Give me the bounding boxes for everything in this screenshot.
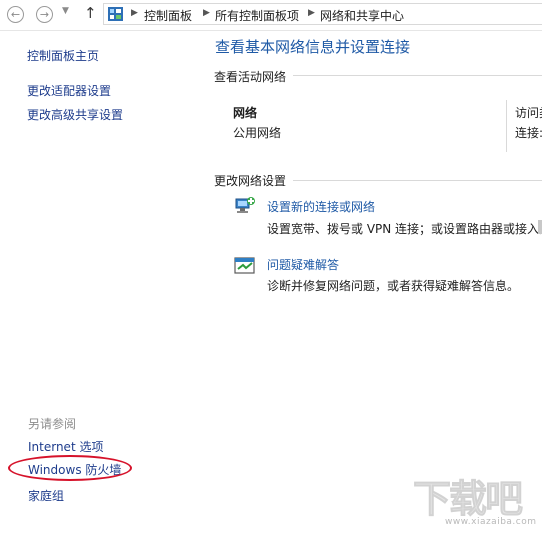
back-button[interactable]: ←: [7, 6, 24, 23]
watermark-url: www.xiazaiba.com: [445, 517, 537, 527]
navigation-bar: ← → ▼ ↑ ▶ 控制面板 ▶ 所有控制面板项 ▶ 网络和共享中心: [0, 0, 542, 31]
change-network-settings-heading: 更改网络设置: [214, 174, 287, 188]
forward-button[interactable]: →: [36, 6, 53, 23]
breadcrumb-control-panel[interactable]: 控制面板: [144, 7, 192, 24]
troubleshoot-description: 诊断并修复网络问题，或者获得疑难解答信息。: [267, 279, 520, 293]
scrollbar[interactable]: [538, 220, 542, 234]
breadcrumb-separator-icon[interactable]: ▶: [131, 8, 138, 18]
section-divider: [293, 180, 542, 181]
setup-new-connection-link[interactable]: 设置新的连接或网络: [267, 198, 375, 215]
sidebar-item-homegroup[interactable]: 家庭组: [28, 487, 64, 504]
page-title: 查看基本网络信息并设置连接: [215, 38, 411, 56]
sidebar-item-internet-options[interactable]: Internet 选项: [28, 438, 103, 455]
active-networks-heading: 查看活动网络: [214, 70, 287, 84]
network-category-link[interactable]: 公用网络: [233, 124, 281, 141]
up-button[interactable]: ↑: [84, 4, 97, 22]
breadcrumb-separator-icon[interactable]: ▶: [203, 8, 210, 18]
access-type-label: 访问类: [515, 106, 542, 120]
sidebar-item-advanced-sharing-settings[interactable]: 更改高级共享设置: [27, 106, 123, 123]
breadcrumb-all-items[interactable]: 所有控制面板项: [215, 7, 299, 24]
troubleshoot-link[interactable]: 问题疑难解答: [267, 256, 339, 273]
svg-text:下载吧: 下载吧: [413, 477, 523, 521]
breadcrumb-network-center[interactable]: 网络和共享中心: [320, 7, 404, 24]
network-setup-icon: [235, 197, 255, 213]
highlight-circle: [8, 455, 132, 481]
control-panel-icon: [108, 7, 123, 21]
recent-locations-dropdown[interactable]: ▼: [62, 6, 69, 16]
network-name: 网络: [233, 106, 258, 120]
breadcrumb-separator-icon[interactable]: ▶: [308, 8, 315, 18]
sidebar-item-change-adapter-settings[interactable]: 更改适配器设置: [27, 82, 111, 99]
sidebar-item-control-panel-home[interactable]: 控制面板主页: [27, 47, 99, 64]
address-bar[interactable]: ▶ 控制面板 ▶ 所有控制面板项 ▶ 网络和共享中心: [103, 3, 542, 25]
connections-label: 连接:: [515, 126, 542, 140]
see-also-heading: 另请参阅: [28, 417, 77, 431]
network-info-divider: [506, 100, 507, 152]
setup-new-connection-description: 设置宽带、拨号或 VPN 连接；或设置路由器或接入点: [267, 222, 542, 236]
troubleshoot-icon: [234, 257, 255, 274]
section-divider: [293, 75, 542, 76]
